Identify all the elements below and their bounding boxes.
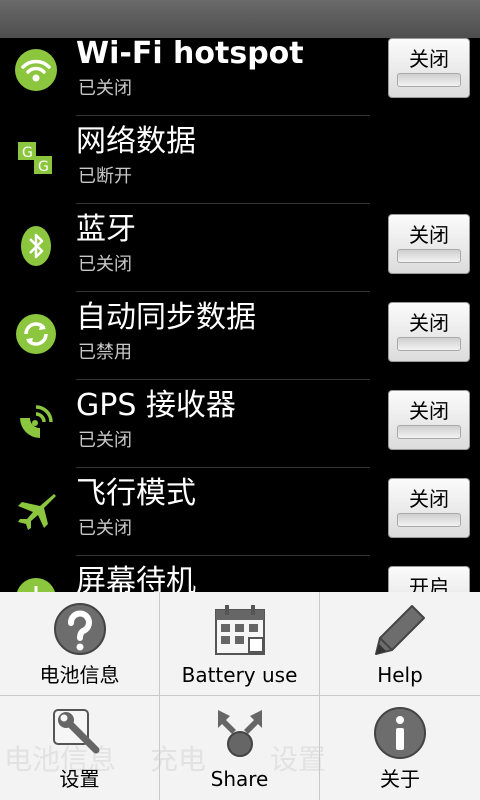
setting-title: Wi-Fi hotspot: [76, 38, 304, 71]
setting-title: 网络数据: [76, 124, 196, 159]
menu-item-label: 关于: [380, 767, 420, 791]
setting-title: 飞行模式: [76, 476, 196, 511]
setting-row-airplane-mode[interactable]: 飞行模式 已关闭 关闭: [0, 468, 480, 556]
gps-icon: [20, 405, 53, 438]
setting-title: 自动同步数据: [76, 300, 256, 335]
menu-item-label: 设置: [59, 767, 100, 791]
setting-title: GPS 接收器: [76, 388, 236, 423]
status-bar: [0, 0, 480, 38]
toggle-label: 关闭: [409, 487, 449, 511]
setting-row-auto-sync[interactable]: 自动同步数据 已禁用 关闭: [0, 292, 480, 380]
pencil-icon: [375, 605, 425, 655]
setting-status: 已关闭: [78, 254, 132, 275]
toggle-label: 关闭: [409, 47, 449, 71]
setting-row-bluetooth[interactable]: 蓝牙 已关闭 关闭: [0, 204, 480, 292]
menu-item-about[interactable]: 关于: [320, 696, 480, 800]
menu-item-battery-info[interactable]: 电池信息: [0, 592, 160, 696]
toggle-indicator: [397, 73, 461, 87]
menu-item-share[interactable]: Share: [160, 696, 320, 800]
wifi-hotspot-toggle-button[interactable]: 关闭: [388, 38, 470, 98]
network-data-icon: G G: [18, 142, 52, 175]
setting-row-wifi-hotspot[interactable]: Wi-Fi hotspot 已关闭 关闭: [0, 38, 480, 116]
toggle-label: 关闭: [409, 399, 449, 423]
gps-toggle-button[interactable]: 关闭: [388, 390, 470, 450]
sync-icon: [16, 314, 56, 354]
toggle-indicator: [397, 425, 461, 439]
bluetooth-icon: [21, 226, 51, 266]
setting-status: 已关闭: [78, 430, 132, 451]
info-icon: [374, 707, 426, 759]
toggle-indicator: [397, 513, 461, 527]
bluetooth-toggle-button[interactable]: 关闭: [388, 214, 470, 274]
toggle-label: 关闭: [409, 223, 449, 247]
menu-item-label: 电池信息: [39, 663, 120, 687]
toggle-indicator: [397, 249, 461, 263]
options-menu: 电池信息 充电 设置 电池信息 Battery use Help 设置 Shar…: [0, 592, 480, 800]
menu-item-help[interactable]: Help: [320, 592, 480, 696]
menu-item-settings[interactable]: 设置: [0, 696, 160, 800]
setting-status: 已关闭: [78, 518, 132, 539]
setting-row-network-data[interactable]: G G 网络数据 已断开: [0, 116, 480, 204]
share-icon: [217, 710, 262, 757]
wifi-icon: [15, 49, 57, 91]
setting-status: 已禁用: [78, 342, 132, 363]
toggle-indicator: [397, 337, 461, 351]
setting-row-gps[interactable]: GPS 接收器 已关闭 关闭: [0, 380, 480, 468]
setting-status: 已关闭: [78, 78, 132, 99]
menu-item-label: Share: [210, 767, 269, 791]
setting-title: 蓝牙: [76, 212, 136, 247]
wrench-settings-icon: [52, 709, 99, 754]
menu-item-label: Battery use: [181, 663, 298, 687]
svg-text:G: G: [22, 145, 33, 161]
calendar-grid-icon: [214, 605, 265, 655]
menu-item-label: Help: [377, 663, 423, 687]
airplane-mode-toggle-button[interactable]: 关闭: [388, 478, 470, 538]
svg-text:G: G: [38, 159, 49, 175]
menu-item-battery-use[interactable]: Battery use: [160, 592, 320, 696]
setting-status: 已断开: [78, 166, 132, 187]
toggle-label: 关闭: [409, 311, 449, 335]
help-question-icon: [53, 603, 106, 655]
auto-sync-toggle-button[interactable]: 关闭: [388, 302, 470, 362]
airplane-icon: [18, 494, 56, 530]
